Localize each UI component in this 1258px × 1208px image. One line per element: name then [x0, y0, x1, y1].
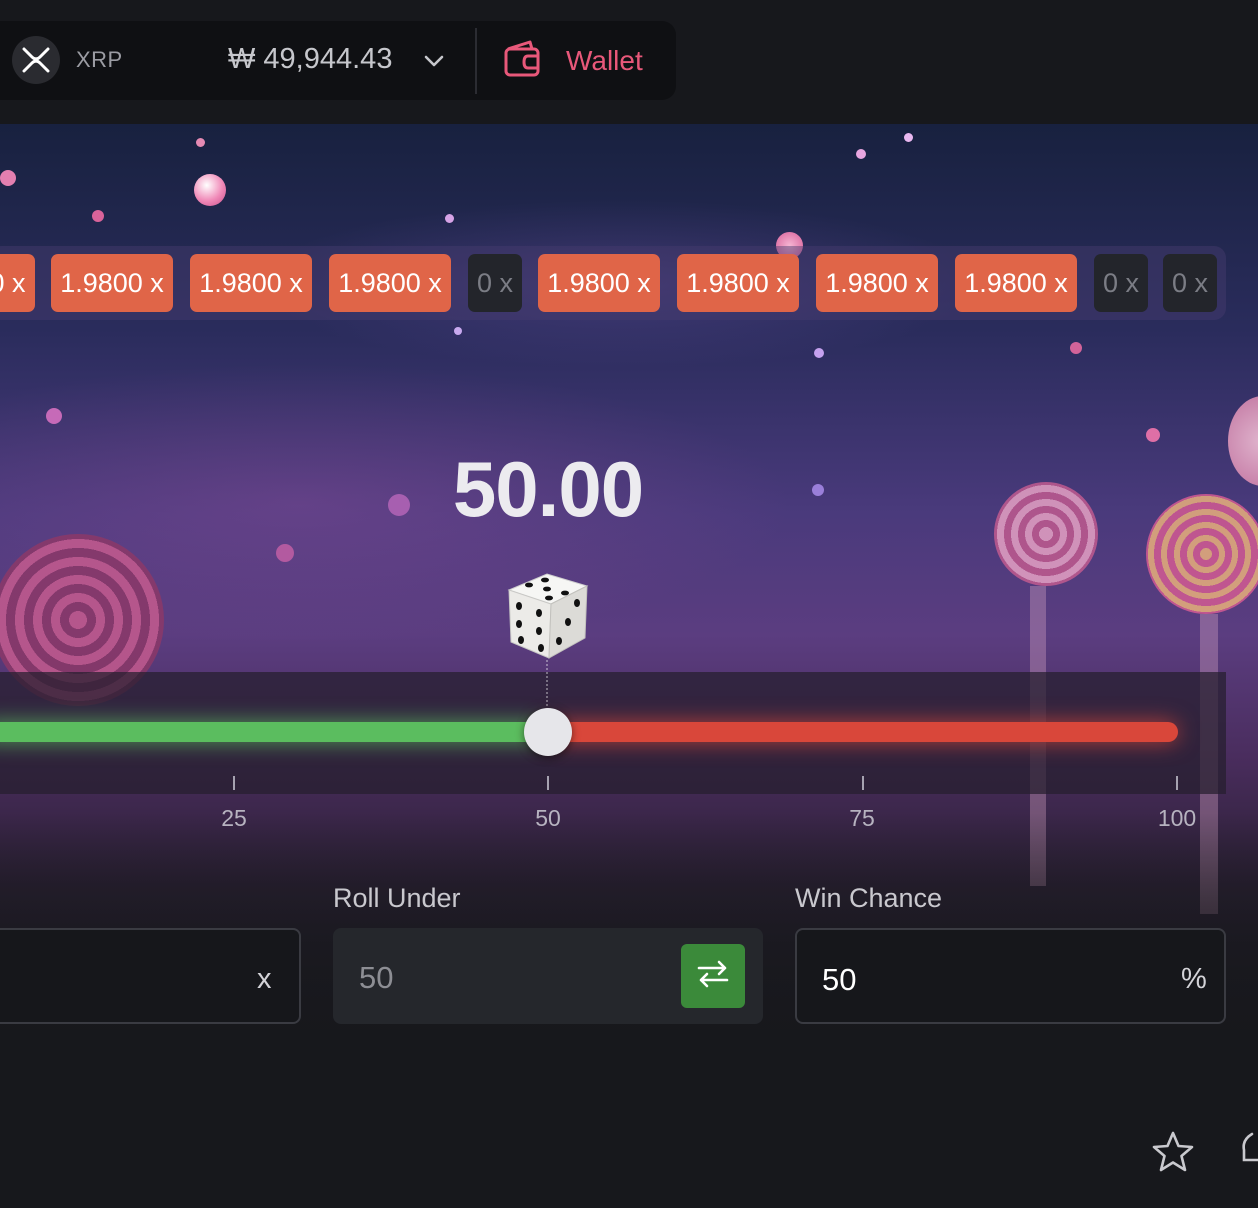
- sky-dot: [1070, 342, 1082, 354]
- history-chip: 1.9800 x: [51, 254, 173, 312]
- swap-button[interactable]: [681, 944, 745, 1008]
- history-chip: 1.9800 x: [190, 254, 312, 312]
- slider-under-range[interactable]: [0, 722, 550, 742]
- win-chance-suffix: %: [1181, 963, 1207, 995]
- coin-label: XRP: [76, 47, 123, 72]
- history-chip: 0 x: [0, 254, 35, 312]
- divider: [475, 28, 477, 94]
- scale-tick: [1176, 776, 1178, 790]
- sky-dot: [904, 133, 913, 142]
- candy-decoration: [194, 174, 226, 206]
- history-chip: 1.9800 x: [329, 254, 451, 312]
- sky-dot: [1146, 428, 1160, 442]
- xrp-icon[interactable]: [12, 36, 60, 84]
- top-bar: XRP ₩ 49,944.43 Wallet: [0, 0, 1258, 124]
- history-chip: 1.9800 x: [816, 254, 938, 312]
- multiplier-suffix: x: [257, 963, 272, 995]
- balance-amount[interactable]: ₩ 49,944.43: [228, 43, 392, 76]
- slider-over-range[interactable]: [540, 722, 1178, 742]
- sky-dot: [92, 210, 104, 222]
- scale-label-50: 50: [535, 805, 561, 831]
- scale-label-100: 100: [1157, 805, 1197, 831]
- roll-under-field[interactable]: 50: [333, 928, 763, 1024]
- swap-icon: [695, 958, 731, 995]
- slider-handle[interactable]: [524, 708, 572, 756]
- win-chance-value: 50: [822, 962, 857, 997]
- lollipop-decoration: [1228, 396, 1258, 486]
- sky-dot: [276, 544, 294, 562]
- multiplier-field[interactable]: x: [0, 928, 301, 1024]
- sky-dot: [445, 214, 454, 223]
- star-icon[interactable]: [1150, 1130, 1196, 1179]
- scale-tick: [862, 776, 864, 790]
- history-chip: 1.9800 x: [955, 254, 1077, 312]
- sky-dot: [46, 408, 62, 424]
- wallet-icon: [500, 39, 544, 84]
- win-chance-label: Win Chance: [795, 883, 943, 913]
- history-chip: 0 x: [1163, 254, 1217, 312]
- share-icon[interactable]: [1238, 1130, 1258, 1175]
- lollipop-decoration: [1146, 494, 1258, 614]
- wallet-button[interactable]: Wallet: [500, 36, 643, 86]
- history-chip: 1.9800 x: [538, 254, 660, 312]
- history-chip: 0 x: [468, 254, 522, 312]
- scale-tick: [547, 776, 549, 790]
- wallet-label: Wallet: [566, 45, 643, 76]
- sky-dot: [856, 149, 866, 159]
- sky-dot: [814, 348, 824, 358]
- roll-result: 50.00: [452, 445, 644, 533]
- history-chip: 0 x: [1094, 254, 1148, 312]
- chevron-down-icon[interactable]: [423, 50, 445, 77]
- scale-label-75: 75: [849, 805, 875, 831]
- dice-icon: [499, 568, 595, 659]
- sky-dot: [196, 138, 205, 147]
- history-chip: 1.9800 x: [677, 254, 799, 312]
- win-chance-field[interactable]: 50 %: [795, 928, 1226, 1024]
- sky-dot: [454, 327, 462, 335]
- roll-under-value: 50: [359, 960, 394, 995]
- candy-decoration: [0, 170, 16, 186]
- scale-tick: [233, 776, 235, 790]
- scale-label-25: 25: [221, 805, 247, 831]
- roll-under-label: Roll Under: [333, 883, 461, 913]
